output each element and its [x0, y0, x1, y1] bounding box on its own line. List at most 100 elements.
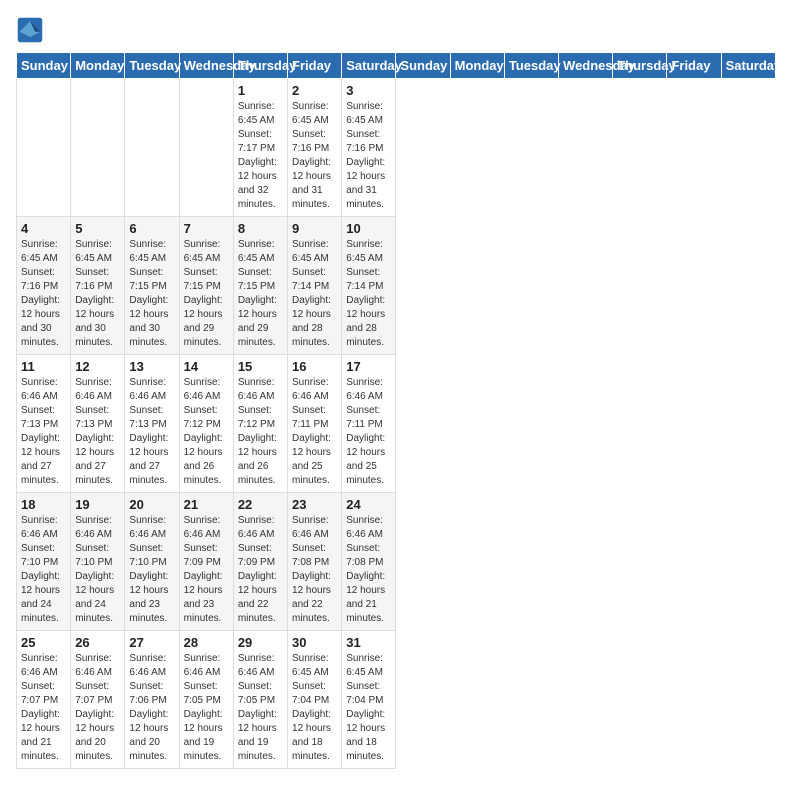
cell-content: Sunrise: 6:46 AM Sunset: 7:12 PM Dayligh… — [184, 376, 229, 488]
day-number: 30 — [292, 635, 337, 650]
day-number: 31 — [346, 635, 391, 650]
day-header-sunday: Sunday — [17, 53, 71, 79]
day-header-wednesday: Wednesday — [559, 53, 613, 79]
cell-content: Sunrise: 6:46 AM Sunset: 7:10 PM Dayligh… — [75, 514, 120, 626]
day-number: 20 — [129, 497, 174, 512]
week-row-1: 1Sunrise: 6:45 AM Sunset: 7:17 PM Daylig… — [17, 79, 776, 217]
page-header — [16, 16, 776, 44]
calendar-cell: 20 Sunrise: 6:46 AM Sunset: 7:10 PM Dayli… — [125, 493, 179, 631]
cell-content: Sunrise: 6:46 AM Sunset: 7:05 PM Dayligh… — [184, 652, 229, 764]
cell-content: Sunrise: 6:46 AM Sunset: 7:07 PM Dayligh… — [21, 652, 66, 764]
day-header-thursday: Thursday — [233, 53, 287, 79]
day-number: 21 — [184, 497, 229, 512]
day-number: 29 — [238, 635, 283, 650]
calendar-cell: 24 Sunrise: 6:46 AM Sunset: 7:08 PM Dayli… — [342, 493, 396, 631]
day-number: 19 — [75, 497, 120, 512]
cell-content: Sunrise: 6:45 AM Sunset: 7:15 PM Dayligh… — [129, 238, 174, 350]
calendar-cell: 1Sunrise: 6:45 AM Sunset: 7:17 PM Daylig… — [233, 79, 287, 217]
cell-content: Sunrise: 6:46 AM Sunset: 7:05 PM Dayligh… — [238, 652, 283, 764]
day-header-sunday: Sunday — [396, 53, 450, 79]
calendar-cell: 4Sunrise: 6:45 AM Sunset: 7:16 PM Daylig… — [17, 217, 71, 355]
calendar-cell: 6 Sunrise: 6:45 AM Sunset: 7:15 PM Daylig… — [125, 217, 179, 355]
calendar-cell: 18 Sunrise: 6:46 AM Sunset: 7:10 PM Dayli… — [17, 493, 71, 631]
day-number: 17 — [346, 359, 391, 374]
day-number: 14 — [184, 359, 229, 374]
calendar-cell: 22 Sunrise: 6:46 AM Sunset: 7:09 PM Dayli… — [233, 493, 287, 631]
day-number: 6 — [129, 221, 174, 236]
week-row-2: 4Sunrise: 6:45 AM Sunset: 7:16 PM Daylig… — [17, 217, 776, 355]
calendar-cell: 16Sunrise: 6:46 AM Sunset: 7:11 PM Dayli… — [288, 355, 342, 493]
day-number: 10 — [346, 221, 391, 236]
day-number: 7 — [184, 221, 229, 236]
calendar-cell: 26Sunrise: 6:46 AM Sunset: 7:07 PM Dayli… — [71, 631, 125, 769]
calendar-cell: 12 Sunrise: 6:46 AM Sunset: 7:13 PM Dayli… — [71, 355, 125, 493]
calendar-cell: 15 Sunrise: 6:46 AM Sunset: 7:12 PM Dayli… — [233, 355, 287, 493]
cell-content: Sunrise: 6:46 AM Sunset: 7:09 PM Dayligh… — [184, 514, 229, 626]
day-header-wednesday: Wednesday — [179, 53, 233, 79]
calendar-cell — [71, 79, 125, 217]
day-number: 12 — [75, 359, 120, 374]
calendar-cell: 31 Sunrise: 6:45 AM Sunset: 7:04 PM Dayli… — [342, 631, 396, 769]
calendar-cell: 14 Sunrise: 6:46 AM Sunset: 7:12 PM Dayli… — [179, 355, 233, 493]
cell-content: Sunrise: 6:46 AM Sunset: 7:08 PM Dayligh… — [346, 514, 391, 626]
cell-content: Sunrise: 6:46 AM Sunset: 7:13 PM Dayligh… — [21, 376, 66, 488]
cell-content: Sunrise: 6:45 AM Sunset: 7:14 PM Dayligh… — [292, 238, 337, 350]
week-row-3: 11Sunrise: 6:46 AM Sunset: 7:13 PM Dayli… — [17, 355, 776, 493]
day-number: 24 — [346, 497, 391, 512]
logo-icon — [16, 16, 44, 44]
week-row-4: 18 Sunrise: 6:46 AM Sunset: 7:10 PM Dayli… — [17, 493, 776, 631]
calendar-cell: 7 Sunrise: 6:45 AM Sunset: 7:15 PM Daylig… — [179, 217, 233, 355]
day-header-friday: Friday — [288, 53, 342, 79]
day-number: 5 — [75, 221, 120, 236]
cell-content: Sunrise: 6:46 AM Sunset: 7:13 PM Dayligh… — [129, 376, 174, 488]
cell-content: Sunrise: 6:46 AM Sunset: 7:12 PM Dayligh… — [238, 376, 283, 488]
day-number: 22 — [238, 497, 283, 512]
cell-content: Sunrise: 6:46 AM Sunset: 7:10 PM Dayligh… — [129, 514, 174, 626]
day-number: 28 — [184, 635, 229, 650]
cell-content: Sunrise: 6:45 AM Sunset: 7:16 PM Dayligh… — [75, 238, 120, 350]
calendar-cell: 23Sunrise: 6:46 AM Sunset: 7:08 PM Dayli… — [288, 493, 342, 631]
day-number: 15 — [238, 359, 283, 374]
day-header-tuesday: Tuesday — [125, 53, 179, 79]
calendar-cell: 3 Sunrise: 6:45 AM Sunset: 7:16 PM Daylig… — [342, 79, 396, 217]
calendar-cell: 21 Sunrise: 6:46 AM Sunset: 7:09 PM Dayli… — [179, 493, 233, 631]
calendar-cell: 5 Sunrise: 6:45 AM Sunset: 7:16 PM Daylig… — [71, 217, 125, 355]
calendar-cell — [125, 79, 179, 217]
cell-content: Sunrise: 6:46 AM Sunset: 7:10 PM Dayligh… — [21, 514, 66, 626]
calendar-table: SundayMondayTuesdayWednesdayThursdayFrid… — [16, 52, 776, 769]
day-header-tuesday: Tuesday — [504, 53, 558, 79]
day-number: 3 — [346, 83, 391, 98]
calendar-cell: 29 Sunrise: 6:46 AM Sunset: 7:05 PM Dayli… — [233, 631, 287, 769]
calendar-cell: 9 Sunrise: 6:45 AM Sunset: 7:14 PM Daylig… — [288, 217, 342, 355]
day-header-friday: Friday — [667, 53, 721, 79]
cell-content: Sunrise: 6:46 AM Sunset: 7:09 PM Dayligh… — [238, 514, 283, 626]
day-header-monday: Monday — [71, 53, 125, 79]
calendar-cell: 30Sunrise: 6:45 AM Sunset: 7:04 PM Dayli… — [288, 631, 342, 769]
week-row-5: 25 Sunrise: 6:46 AM Sunset: 7:07 PM Dayli… — [17, 631, 776, 769]
day-number: 2 — [292, 83, 337, 98]
cell-content: Sunrise: 6:45 AM Sunset: 7:14 PM Dayligh… — [346, 238, 391, 350]
calendar-cell — [17, 79, 71, 217]
cell-content: Sunrise: 6:46 AM Sunset: 7:08 PM Dayligh… — [292, 514, 337, 626]
day-header-saturday: Saturday — [342, 53, 396, 79]
calendar-cell: 17 Sunrise: 6:46 AM Sunset: 7:11 PM Dayli… — [342, 355, 396, 493]
calendar-cell: 8 Sunrise: 6:45 AM Sunset: 7:15 PM Daylig… — [233, 217, 287, 355]
cell-content: Sunrise: 6:45 AM Sunset: 7:16 PM Dayligh… — [346, 100, 391, 212]
day-header-saturday: Saturday — [721, 53, 775, 79]
calendar-cell: 25 Sunrise: 6:46 AM Sunset: 7:07 PM Dayli… — [17, 631, 71, 769]
day-number: 1 — [238, 83, 283, 98]
cell-content: Sunrise: 6:45 AM Sunset: 7:15 PM Dayligh… — [238, 238, 283, 350]
cell-content: Sunrise: 6:46 AM Sunset: 7:13 PM Dayligh… — [75, 376, 120, 488]
day-number: 26 — [75, 635, 120, 650]
cell-content: Sunrise: 6:46 AM Sunset: 7:11 PM Dayligh… — [346, 376, 391, 488]
day-number: 9 — [292, 221, 337, 236]
cell-content: Sunrise: 6:45 AM Sunset: 7:15 PM Dayligh… — [184, 238, 229, 350]
calendar-cell: 28 Sunrise: 6:46 AM Sunset: 7:05 PM Dayli… — [179, 631, 233, 769]
day-number: 18 — [21, 497, 66, 512]
calendar-cell: 10 Sunrise: 6:45 AM Sunset: 7:14 PM Dayli… — [342, 217, 396, 355]
day-number: 25 — [21, 635, 66, 650]
day-number: 13 — [129, 359, 174, 374]
cell-content: Sunrise: 6:45 AM Sunset: 7:04 PM Dayligh… — [346, 652, 391, 764]
logo — [16, 16, 48, 44]
day-number: 8 — [238, 221, 283, 236]
